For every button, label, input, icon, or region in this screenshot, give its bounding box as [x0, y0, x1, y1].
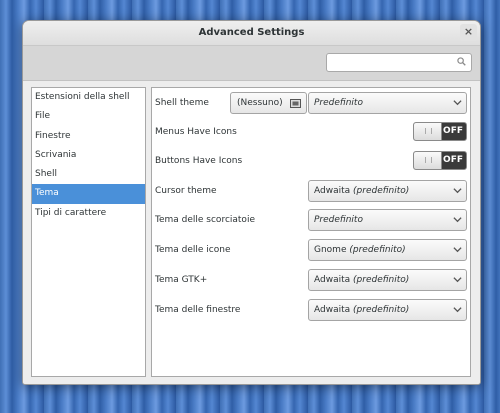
toggle-knob[interactable]: [414, 123, 442, 140]
combo-value: Gnome: [314, 245, 347, 255]
chevron-down-icon: [453, 247, 462, 253]
category-list: Estensioni della shell File Finestre Scr…: [31, 87, 146, 377]
buttons-icons-toggle[interactable]: OFF: [413, 151, 467, 170]
combo-suffix: (predefinito): [353, 186, 410, 196]
combo-suffix: (predefinito): [353, 275, 410, 285]
chevron-down-icon: [453, 188, 462, 194]
cursor-theme-label: Cursor theme: [155, 186, 217, 196]
keybinding-theme-combo[interactable]: Predefinito: [308, 209, 467, 231]
keybinding-theme-row: Tema delle scorciatoie Predefinito: [155, 209, 467, 231]
menus-icons-label: Menus Have Icons: [155, 127, 237, 137]
menus-icons-row: Menus Have Icons OFF: [155, 121, 467, 143]
icon-theme-label: Tema delle icone: [155, 245, 231, 255]
title-bar: Advanced Settings ×: [23, 21, 480, 46]
window-theme-label: Tema delle finestre: [155, 305, 241, 315]
cursor-theme-combo[interactable]: Adwaita (predefinito): [308, 180, 467, 202]
sidebar-item-tipi-di-carattere[interactable]: Tipi di carattere: [32, 204, 145, 223]
combo-value: Adwaita: [314, 305, 351, 315]
sidebar-item-estensioni[interactable]: Estensioni della shell: [32, 88, 145, 107]
window-theme-row: Tema delle finestre Adwaita (predefinito…: [155, 299, 467, 321]
menus-icons-toggle[interactable]: OFF: [413, 122, 467, 141]
file-button-label: (Nessuno): [237, 98, 283, 108]
shell-theme-row: Shell theme (Nessuno) Predefinito: [155, 92, 467, 114]
keybinding-theme-label: Tema delle scorciatoie: [155, 215, 255, 225]
buttons-icons-row: Buttons Have Icons OFF: [155, 150, 467, 172]
shell-theme-label: Shell theme: [155, 98, 209, 108]
toggle-state: OFF: [443, 155, 463, 165]
sidebar-item-tema[interactable]: Tema: [32, 184, 145, 204]
toggle-knob[interactable]: [414, 152, 442, 169]
cursor-theme-row: Cursor theme Adwaita (predefinito): [155, 180, 467, 202]
close-icon: ×: [463, 25, 474, 38]
chevron-down-icon: [453, 307, 462, 313]
window-title: Advanced Settings: [198, 27, 305, 38]
icon-theme-combo[interactable]: Gnome (predefinito): [308, 239, 467, 261]
gtk-theme-row: Tema GTK+ Adwaita (predefinito): [155, 269, 467, 291]
combo-suffix: (predefinito): [349, 245, 406, 255]
combo-value: Adwaita: [314, 186, 351, 196]
combo-value: Predefinito: [314, 98, 363, 108]
chevron-down-icon: [453, 277, 462, 283]
gtk-theme-combo[interactable]: Adwaita (predefinito): [308, 269, 467, 291]
buttons-icons-label: Buttons Have Icons: [155, 156, 243, 166]
sidebar-item-finestre[interactable]: Finestre: [32, 127, 145, 146]
combo-suffix: (predefinito): [353, 305, 410, 315]
toggle-state: OFF: [443, 126, 463, 136]
shell-theme-combo[interactable]: Predefinito: [308, 92, 467, 114]
close-button[interactable]: ×: [460, 24, 477, 41]
window-theme-combo[interactable]: Adwaita (predefinito): [308, 299, 467, 321]
sidebar-item-shell[interactable]: Shell: [32, 165, 145, 184]
gtk-theme-label: Tema GTK+: [155, 275, 208, 285]
advanced-settings-window: Advanced Settings × Estensioni della she…: [22, 20, 481, 385]
chevron-down-icon: [453, 217, 462, 223]
sidebar-item-file[interactable]: File: [32, 107, 145, 126]
folder-icon: [290, 99, 301, 108]
settings-panel: Shell theme (Nessuno) Predefinito Menus …: [151, 87, 471, 377]
search-icon: [457, 57, 466, 66]
combo-value: Predefinito: [314, 215, 363, 225]
search-input[interactable]: [326, 53, 472, 72]
toolbar: [23, 46, 480, 81]
icon-theme-row: Tema delle icone Gnome (predefinito): [155, 239, 467, 261]
combo-value: Adwaita: [314, 275, 351, 285]
chevron-down-icon: [453, 100, 462, 106]
shell-theme-file-button[interactable]: (Nessuno): [230, 92, 307, 114]
sidebar-item-scrivania[interactable]: Scrivania: [32, 146, 145, 165]
